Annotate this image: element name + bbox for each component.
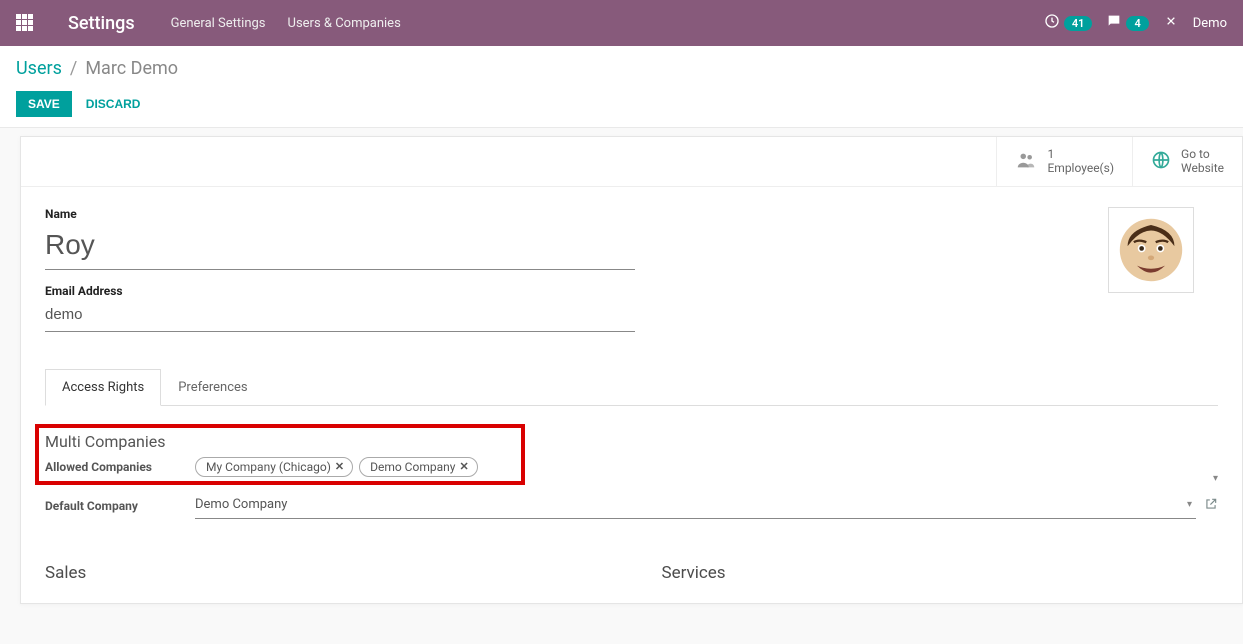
top-navbar: Settings General Settings Users & Compan… bbox=[0, 0, 1243, 46]
tag-company[interactable]: Demo Company ✕ bbox=[359, 457, 478, 477]
save-button[interactable]: SAVE bbox=[16, 91, 72, 117]
tab-access-rights[interactable]: Access Rights bbox=[45, 369, 161, 406]
highlight-annotation: Multi Companies Allowed Companies My Com… bbox=[35, 424, 525, 485]
breadcrumb-current: Marc Demo bbox=[85, 58, 178, 79]
avatar[interactable] bbox=[1108, 207, 1194, 293]
activity-indicator[interactable]: 41 bbox=[1044, 13, 1093, 33]
stat-employees[interactable]: 1 Employee(s) bbox=[996, 137, 1132, 186]
control-panel: Users / Marc Demo SAVE DISCARD bbox=[0, 46, 1243, 128]
default-company-value: Demo Company bbox=[195, 497, 287, 512]
discard-button[interactable]: DISCARD bbox=[86, 97, 141, 111]
tag-label: Demo Company bbox=[370, 460, 455, 474]
apps-icon[interactable] bbox=[16, 14, 34, 32]
section-services: Services bbox=[662, 563, 1219, 583]
chat-icon bbox=[1106, 13, 1122, 33]
chevron-down-icon: ▾ bbox=[1187, 499, 1192, 510]
employees-label: Employee(s) bbox=[1047, 161, 1114, 175]
activity-badge: 41 bbox=[1064, 16, 1093, 31]
external-link-icon[interactable] bbox=[1204, 497, 1218, 515]
breadcrumb-sep: / bbox=[70, 58, 77, 79]
goto-label-1: Go to bbox=[1181, 147, 1224, 161]
default-company-label: Default Company bbox=[45, 499, 195, 513]
email-input[interactable] bbox=[45, 302, 635, 332]
nav-general-settings[interactable]: General Settings bbox=[171, 16, 266, 31]
app-brand: Settings bbox=[68, 13, 135, 34]
default-company-select[interactable]: Demo Company ▾ bbox=[195, 493, 1196, 519]
form-sheet: 1 Employee(s) Go to Website Name bbox=[20, 136, 1243, 604]
debug-icon[interactable] bbox=[1163, 13, 1179, 33]
tab-preferences[interactable]: Preferences bbox=[161, 369, 264, 406]
allowed-companies-tags[interactable]: My Company (Chicago) ✕ Demo Company ✕ bbox=[195, 457, 515, 477]
tag-remove-icon[interactable]: ✕ bbox=[459, 460, 468, 473]
section-sales: Sales bbox=[45, 563, 602, 583]
goto-label-2: Website bbox=[1181, 161, 1224, 175]
users-icon bbox=[1015, 149, 1037, 174]
allowed-companies-label: Allowed Companies bbox=[45, 460, 195, 474]
clock-icon bbox=[1044, 13, 1060, 33]
user-menu[interactable]: Demo bbox=[1193, 16, 1227, 31]
employees-count: 1 bbox=[1047, 147, 1114, 161]
breadcrumb-root[interactable]: Users bbox=[16, 58, 62, 79]
discuss-indicator[interactable]: 4 bbox=[1106, 13, 1148, 33]
globe-icon bbox=[1151, 150, 1171, 173]
chevron-down-icon[interactable]: ▾ bbox=[1213, 473, 1218, 484]
discuss-badge: 4 bbox=[1126, 16, 1148, 31]
tag-company[interactable]: My Company (Chicago) ✕ bbox=[195, 457, 353, 477]
name-label: Name bbox=[45, 207, 635, 221]
stat-website[interactable]: Go to Website bbox=[1132, 137, 1242, 186]
tag-label: My Company (Chicago) bbox=[206, 460, 331, 474]
form-tabs: Access Rights Preferences bbox=[45, 368, 1218, 406]
breadcrumb: Users / Marc Demo bbox=[16, 58, 1227, 79]
tag-remove-icon[interactable]: ✕ bbox=[335, 460, 344, 473]
section-multi-companies: Multi Companies bbox=[45, 432, 515, 451]
name-input[interactable] bbox=[45, 225, 635, 270]
email-label: Email Address bbox=[45, 284, 635, 298]
nav-users-companies[interactable]: Users & Companies bbox=[288, 16, 401, 31]
